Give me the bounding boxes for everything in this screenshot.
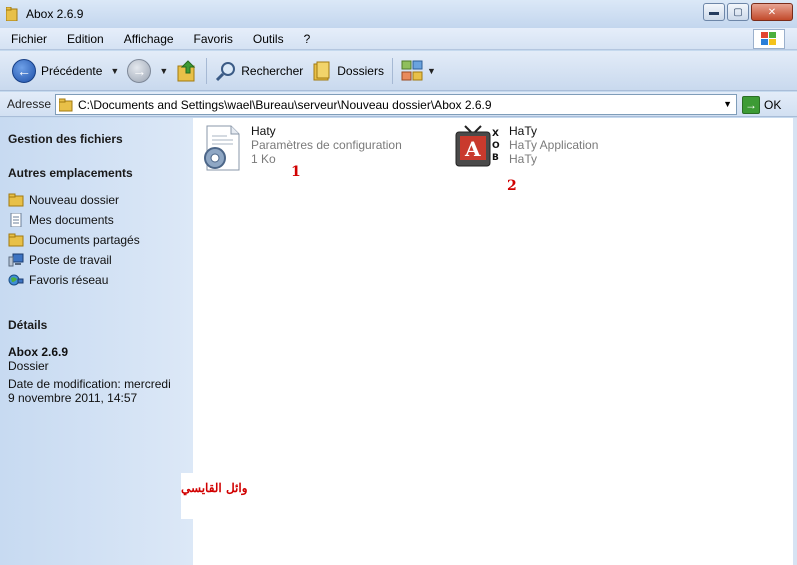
- chevron-down-icon: ▼: [426, 65, 436, 76]
- window-title: Abox 2.6.9: [26, 7, 84, 21]
- menu-favoris[interactable]: Favoris: [183, 32, 242, 46]
- computer-icon: [8, 253, 24, 267]
- address-input[interactable]: C:\Documents and Settings\wael\Bureau\se…: [55, 94, 737, 115]
- menu-help[interactable]: ?: [293, 32, 320, 46]
- file-company: HaTy: [509, 152, 538, 166]
- forward-history-dropdown[interactable]: ▼: [159, 66, 168, 76]
- application-icon: A X O B: [455, 125, 500, 167]
- toolbar-separator: [391, 57, 393, 84]
- back-history-dropdown[interactable]: ▼: [110, 66, 119, 76]
- file-size: 1 Ko: [251, 152, 276, 166]
- file-item[interactable]: A X O B HaTy HaTy Application HaTy: [455, 124, 598, 172]
- forward-button[interactable]: →: [123, 56, 155, 86]
- details-heading[interactable]: Détails: [8, 318, 47, 332]
- folder-icon: [59, 98, 73, 111]
- back-button[interactable]: ← Précédente: [8, 56, 106, 86]
- go-button[interactable]: → OK: [742, 94, 781, 115]
- annotation-marker-1: 1: [291, 164, 301, 180]
- window-controls: ▬ ▢ ✕: [701, 3, 793, 21]
- place-label: Poste de travail: [29, 253, 112, 267]
- title-bar: Abox 2.6.9 ▬ ▢ ✕: [0, 0, 797, 28]
- documents-icon: [10, 213, 22, 227]
- menu-bar: Fichier Edition Affichage Favoris Outils…: [0, 28, 797, 50]
- menu-edition[interactable]: Edition: [56, 32, 113, 46]
- place-mes-documents[interactable]: Mes documents: [8, 213, 114, 227]
- svg-text:A: A: [464, 137, 481, 161]
- go-arrow-icon: →: [742, 95, 760, 114]
- toolbar-separator: [206, 57, 208, 84]
- menu-affichage[interactable]: Affichage: [113, 32, 183, 46]
- folders-label: Dossiers: [337, 63, 384, 78]
- views-button[interactable]: ▼: [397, 56, 440, 86]
- folders-button[interactable]: Dossiers: [307, 56, 388, 86]
- place-label: Favoris réseau: [29, 273, 109, 287]
- folder-icon: [8, 233, 24, 247]
- address-dropdown-icon[interactable]: ▼: [723, 99, 732, 109]
- place-poste-de-travail[interactable]: Poste de travail: [8, 253, 112, 267]
- details-modified-line1: Date de modification: mercredi: [8, 377, 171, 391]
- file-list-area[interactable]: Haty Paramètres de configuration 1 Ko 1 …: [193, 118, 793, 565]
- place-label: Nouveau dossier: [29, 193, 120, 207]
- file-type: Paramètres de configuration: [251, 138, 402, 152]
- svg-text:X: X: [492, 129, 499, 139]
- folder-icon: [6, 7, 18, 21]
- address-path: C:\Documents and Settings\wael\Bureau\se…: [78, 97, 492, 112]
- other-places-heading[interactable]: Autres emplacements: [8, 166, 133, 180]
- search-label: Rechercher: [241, 63, 304, 78]
- svg-text:B: B: [492, 153, 499, 163]
- file-tasks-heading[interactable]: Gestion des fichiers: [8, 132, 123, 146]
- close-button[interactable]: ✕: [751, 3, 793, 21]
- toolbar: ← Précédente ▼ → ▼ Rechercher Dossiers ▼: [0, 51, 797, 91]
- minimize-button[interactable]: ▬: [703, 3, 725, 21]
- up-folder-icon: [177, 59, 196, 81]
- back-arrow-icon: ←: [12, 58, 36, 83]
- place-nouveau-dossier[interactable]: Nouveau dossier: [8, 193, 119, 207]
- menu-outils[interactable]: Outils: [242, 32, 293, 46]
- file-name: HaTy: [509, 124, 538, 138]
- go-label: OK: [764, 97, 782, 112]
- search-button[interactable]: Rechercher: [211, 56, 307, 86]
- network-icon: [8, 274, 24, 286]
- folder-icon: [8, 193, 24, 207]
- place-label: Documents partagés: [29, 233, 140, 247]
- back-label: Précédente: [41, 63, 103, 78]
- task-pane: Gestion des fichiers Autres emplacements…: [0, 118, 193, 565]
- views-icon: [401, 60, 423, 80]
- up-folder-button[interactable]: [172, 56, 202, 86]
- svg-text:O: O: [492, 141, 500, 151]
- place-label: Mes documents: [29, 213, 114, 227]
- file-name: Haty: [251, 124, 276, 138]
- maximize-button[interactable]: ▢: [727, 3, 749, 21]
- windows-logo-icon: [753, 29, 785, 49]
- address-label: Adresse: [7, 97, 52, 111]
- watermark-text: وائل القايسي: [181, 481, 248, 495]
- place-documents-partages[interactable]: Documents partagés: [8, 233, 140, 247]
- details-type: Dossier: [8, 359, 49, 373]
- place-favoris-reseau[interactable]: Favoris réseau: [8, 273, 108, 287]
- details-modified-line2: 9 novembre 2011, 14:57: [8, 391, 138, 405]
- menu-fichier[interactable]: Fichier: [0, 32, 56, 46]
- folders-icon: [313, 61, 330, 80]
- search-icon: [216, 61, 236, 81]
- details-name: Abox 2.6.9: [8, 345, 69, 359]
- file-type: HaTy Application: [509, 138, 599, 152]
- address-bar: Adresse C:\Documents and Settings\wael\B…: [0, 92, 797, 117]
- author-watermark: وائل القايسي: [181, 473, 261, 519]
- annotation-marker-2: 2: [507, 178, 517, 194]
- forward-arrow-icon: →: [127, 58, 152, 83]
- window-right-edge: [793, 118, 797, 565]
- config-file-icon: [204, 125, 240, 171]
